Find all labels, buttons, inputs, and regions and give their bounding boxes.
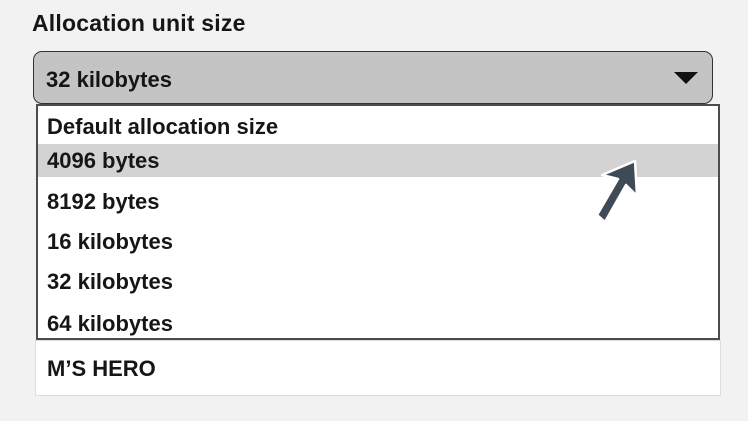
volume-label-value: M’S HERO — [47, 356, 156, 381]
option-64-kilobytes[interactable]: 64 kilobytes — [38, 307, 718, 340]
caret-down-icon[interactable] — [674, 72, 698, 84]
volume-label-field[interactable]: M’S HERO — [35, 340, 721, 396]
allocation-unit-size-selected-value: 32 kilobytes — [46, 67, 172, 92]
allocation-unit-size-label: Allocation unit size — [32, 10, 246, 36]
allocation-unit-size-dropdown[interactable]: 32 kilobytes — [33, 51, 713, 104]
format-options-panel: Allocation unit size 32 kilobytes Defaul… — [0, 0, 748, 421]
mouse-pointer-icon — [595, 159, 639, 224]
option-32-kilobytes[interactable]: 32 kilobytes — [38, 265, 718, 298]
option-default-allocation-size[interactable]: Default allocation size — [38, 110, 718, 143]
